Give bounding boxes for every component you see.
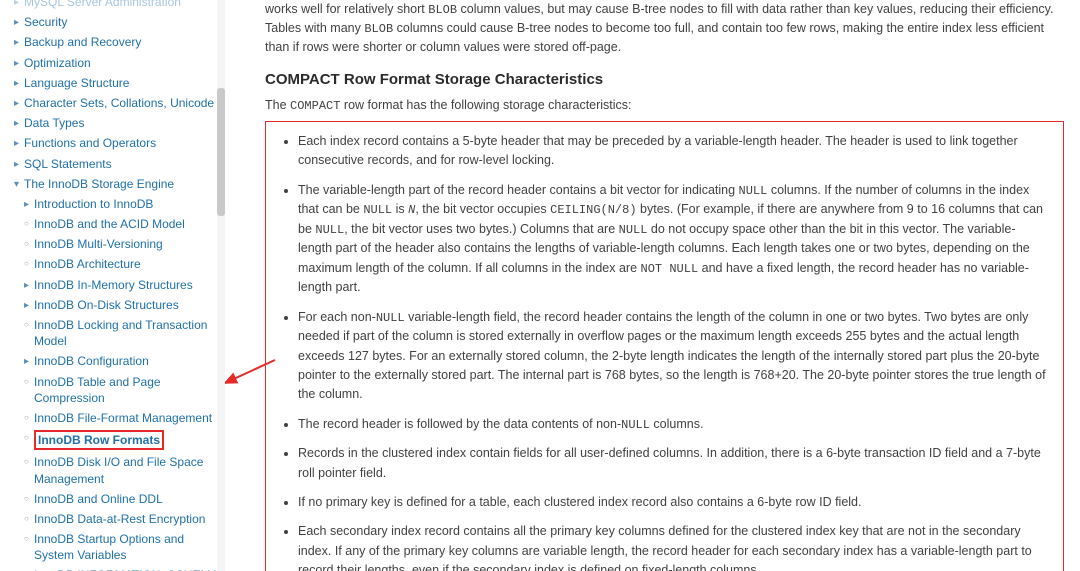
chevron-right-icon: ▸ — [14, 97, 24, 111]
nav-subitem[interactable]: ○InnoDB and Online DDL — [24, 489, 219, 509]
nav-subitem[interactable]: ○InnoDB Startup Options and System Varia… — [24, 529, 219, 565]
section-heading: COMPACT Row Format Storage Characteristi… — [265, 71, 1064, 88]
chevron-down-icon: ▾ — [14, 178, 24, 192]
bullet-icon: ○ — [24, 514, 34, 525]
chevron-right-icon: ▸ — [14, 77, 24, 91]
characteristics-box: Each index record contains a 5-byte head… — [265, 121, 1064, 571]
doc-sidebar: ▸MySQL Server Administration▸Security▸Ba… — [0, 0, 225, 571]
bullet-icon: ○ — [24, 320, 34, 331]
nav-subitem[interactable]: ○InnoDB Multi-Versioning — [24, 234, 219, 254]
chevron-right-icon: ▸ — [14, 158, 24, 172]
nav-item[interactable]: ▸Language Structure — [14, 73, 219, 93]
nav-subitem[interactable]: ▸InnoDB Configuration — [24, 351, 219, 371]
nav-subitem[interactable]: ○InnoDB Architecture — [24, 254, 219, 274]
nav-subitem[interactable]: ○InnoDB INFORMATION_SCHEMA Tables — [24, 565, 219, 571]
nav-item[interactable]: ▸Security — [14, 12, 219, 32]
scrollbar-thumb[interactable] — [217, 88, 225, 216]
bullet-icon: ○ — [24, 377, 34, 388]
nav-subitem[interactable]: ○InnoDB Table and Page Compression — [24, 372, 219, 408]
nav-item[interactable]: ▸SQL Statements — [14, 154, 219, 174]
bullet-icon: ○ — [24, 457, 34, 468]
chevron-right-icon: ▸ — [14, 137, 24, 151]
nav-item[interactable]: ▸Backup and Recovery — [14, 32, 219, 52]
nav-subitem[interactable]: ○InnoDB Data-at-Rest Encryption — [24, 509, 219, 529]
nav-subitem[interactable]: ○InnoDB Row Formats — [24, 428, 219, 452]
nav-item[interactable]: ▸MySQL Server Administration — [14, 0, 219, 12]
bullet-icon: ○ — [24, 413, 34, 424]
chevron-right-icon: ▸ — [24, 355, 34, 369]
nav-subitem[interactable]: ○InnoDB Locking and Transaction Model — [24, 315, 219, 351]
bullet-icon: ○ — [24, 433, 34, 444]
chevron-right-icon: ▸ — [14, 36, 24, 50]
nav-subitem[interactable]: ▸Introduction to InnoDB — [24, 194, 219, 214]
nav-subitem[interactable]: ▸InnoDB In-Memory Structures — [24, 275, 219, 295]
bullet-icon: ○ — [24, 534, 34, 545]
nav-item[interactable]: ▸Functions and Operators — [14, 133, 219, 153]
chevron-right-icon: ▸ — [14, 57, 24, 71]
bullet-icon: ○ — [24, 239, 34, 250]
bullet-icon: ○ — [24, 494, 34, 505]
bullet-icon: ○ — [24, 219, 34, 230]
chevron-right-icon: ▸ — [24, 279, 34, 293]
nav-subitem[interactable]: ▸InnoDB On-Disk Structures — [24, 295, 219, 315]
chevron-right-icon: ▸ — [14, 16, 24, 30]
chevron-right-icon: ▸ — [14, 0, 24, 10]
lead-text: The COMPACT row format has the following… — [265, 98, 1064, 113]
doc-content: works well for relatively short BLOB col… — [225, 0, 1080, 571]
chevron-right-icon: ▸ — [14, 117, 24, 131]
nav-item[interactable]: ▸Character Sets, Collations, Unicode — [14, 93, 219, 113]
bullet-item: For each non-NULL variable-length field,… — [298, 308, 1049, 405]
nav-subitem[interactable]: ○InnoDB Disk I/O and File Space Manageme… — [24, 452, 219, 488]
nav-item[interactable]: ▸Optimization — [14, 53, 219, 73]
bullet-item: The variable-length part of the record h… — [298, 181, 1049, 298]
bullet-item: If no primary key is defined for a table… — [298, 493, 1049, 512]
nav-subitem[interactable]: ○InnoDB File-Format Management — [24, 408, 219, 428]
bullet-icon: ○ — [24, 259, 34, 270]
chevron-right-icon: ▸ — [24, 299, 34, 313]
bullet-item: Each secondary index record contains all… — [298, 522, 1049, 571]
scrollbar-track[interactable] — [217, 0, 225, 571]
bullet-item: The record header is followed by the dat… — [298, 415, 1049, 435]
nav-expanded[interactable]: ▾ The InnoDB Storage Engine — [14, 174, 219, 194]
nav-item[interactable]: ▸Data Types — [14, 113, 219, 133]
chevron-right-icon: ▸ — [24, 198, 34, 212]
intro-paragraph: works well for relatively short BLOB col… — [265, 0, 1064, 57]
bullet-item: Records in the clustered index contain f… — [298, 444, 1049, 483]
nav-subitem[interactable]: ○InnoDB and the ACID Model — [24, 214, 219, 234]
bullet-item: Each index record contains a 5-byte head… — [298, 132, 1049, 171]
